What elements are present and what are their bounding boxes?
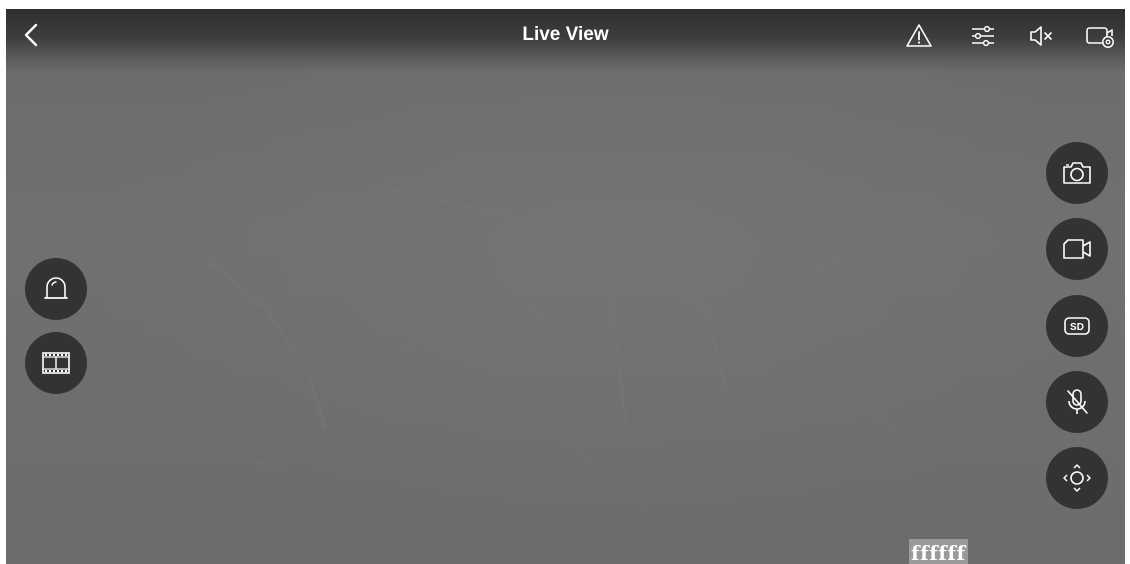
camera-video-feed xyxy=(6,9,1125,564)
sliders-icon xyxy=(972,25,994,47)
snapshot-button[interactable] xyxy=(1046,142,1108,204)
top-navigation-bar: Live View xyxy=(6,9,1125,73)
ptz-control-button[interactable] xyxy=(1046,447,1108,509)
video-quality-button[interactable]: SD xyxy=(1046,295,1108,357)
page-title: Live View xyxy=(522,24,609,45)
microphone-muted-icon xyxy=(1067,389,1088,414)
alert-button[interactable] xyxy=(904,21,934,51)
warning-triangle-icon xyxy=(906,24,932,47)
camera-icon xyxy=(1063,162,1091,184)
video-camera-icon xyxy=(1063,239,1091,259)
speaker-muted-icon xyxy=(1030,26,1052,46)
live-view-screen: Live View SD ffffff xyxy=(6,9,1125,564)
alarm-light-icon xyxy=(44,277,68,299)
siren-button[interactable] xyxy=(25,258,87,320)
playback-button[interactable] xyxy=(25,332,87,394)
camera-settings-icon xyxy=(1086,27,1114,48)
quality-label: SD xyxy=(1070,322,1084,333)
microphone-button[interactable] xyxy=(1046,371,1108,433)
settings-button[interactable] xyxy=(968,21,998,51)
ptz-direction-icon xyxy=(1063,464,1091,492)
sd-quality-icon: SD xyxy=(1064,317,1090,335)
camera-settings-button[interactable] xyxy=(1084,21,1114,51)
record-button[interactable] xyxy=(1046,218,1108,280)
film-strip-icon xyxy=(42,352,70,374)
sound-toggle-button[interactable] xyxy=(1026,21,1056,51)
overlay-caption-text: ffffff xyxy=(909,539,968,564)
